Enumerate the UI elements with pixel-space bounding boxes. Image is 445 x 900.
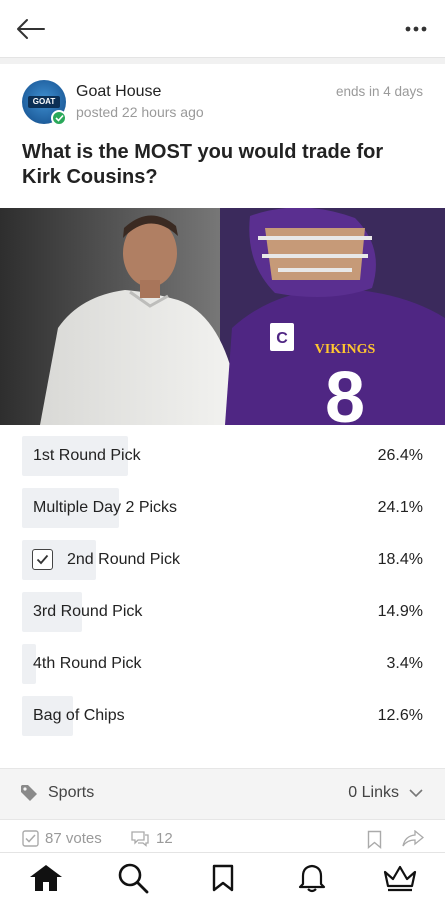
top-bar — [0, 0, 445, 58]
posted-time: posted 22 hours ago — [76, 104, 204, 120]
bottom-navigation — [0, 852, 445, 900]
jersey-number: 8 — [325, 358, 365, 425]
poll-option-percent: 24.1% — [377, 499, 423, 516]
poll-option-percent: 3.4% — [386, 655, 423, 672]
nav-bookmarks[interactable] — [203, 861, 243, 895]
share-icon — [402, 830, 424, 847]
search-icon — [118, 863, 149, 894]
comment-icon — [131, 831, 149, 847]
tag-icon — [21, 785, 37, 801]
nav-home[interactable] — [26, 861, 66, 895]
nav-search[interactable] — [113, 861, 153, 895]
links-dropdown[interactable]: 0 Links — [348, 784, 423, 802]
poll-option-label: 3rd Round Pick — [33, 603, 143, 620]
votes-count: 87 votes — [45, 830, 102, 847]
chevron-down-icon — [409, 788, 423, 797]
bookmark-icon — [212, 864, 234, 892]
links-count: 0 Links — [348, 784, 399, 801]
poll-question: What is the MOST you would trade for Kir… — [22, 141, 384, 188]
poll-option-percent: 12.6% — [377, 707, 423, 724]
votes-stat: 87 votes — [22, 830, 102, 847]
nav-notifications[interactable] — [292, 861, 332, 895]
jersey-letter: C — [276, 330, 288, 347]
poll-option-percent: 14.9% — [377, 603, 423, 620]
poll-option-1st-round-pick[interactable]: 1st Round Pick 26.4% — [22, 436, 423, 476]
poll-option-2nd-round-pick[interactable]: 2nd Round Pick 18.4% — [22, 540, 423, 580]
share-button[interactable] — [402, 830, 424, 847]
poll-option-percent: 26.4% — [377, 447, 423, 464]
jersey-team: VIKINGS — [315, 342, 376, 357]
nav-premium[interactable] — [380, 861, 420, 895]
poll-ends: ends in 4 days — [335, 84, 423, 99]
back-button[interactable] — [14, 14, 48, 44]
verified-badge-icon — [51, 110, 67, 126]
poll-option-label: 2nd Round Pick — [67, 551, 180, 568]
poll-option-label: 4th Round Pick — [33, 655, 142, 672]
poll-option-bag-of-chips[interactable]: Bag of Chips 12.6% — [22, 696, 423, 736]
category-tag[interactable]: Sports — [20, 784, 94, 802]
more-icon — [405, 26, 427, 32]
poll-option-label: Bag of Chips — [33, 707, 125, 724]
poll-option-4th-round-pick[interactable]: 4th Round Pick 3.4% — [22, 644, 423, 684]
save-post-button[interactable] — [367, 830, 382, 849]
poll-option-multiple-day-2-picks[interactable]: Multiple Day 2 Picks 24.1% — [22, 488, 423, 528]
bell-icon — [298, 864, 326, 893]
bookmark-icon — [367, 830, 382, 849]
crown-icon — [383, 865, 417, 892]
comments-stat[interactable]: 12 — [130, 830, 173, 847]
comments-count: 12 — [156, 830, 173, 847]
home-icon — [30, 865, 62, 891]
post-image: C VIKINGS 8 — [0, 208, 445, 425]
hero-illustration: C VIKINGS 8 — [0, 208, 445, 425]
poll-option-label: 1st Round Pick — [33, 447, 141, 464]
checkbox-icon — [22, 830, 39, 847]
tag-bar: Sports 0 Links — [0, 768, 445, 820]
avatar[interactable]: GOAT — [22, 80, 67, 126]
more-options-button[interactable] — [399, 14, 433, 44]
poll-option-3rd-round-pick[interactable]: 3rd Round Pick 14.9% — [22, 592, 423, 632]
poll-option-label: Multiple Day 2 Picks — [33, 499, 178, 516]
author-name[interactable]: Goat House — [76, 83, 161, 101]
post-header: GOAT Goat House posted 22 hours ago ends… — [0, 64, 445, 134]
poll-option-percent: 18.4% — [377, 551, 423, 568]
post-stats: 87 votes 12 — [0, 826, 445, 854]
checkbox-icon — [32, 549, 53, 570]
back-arrow-icon — [17, 19, 45, 39]
category-label: Sports — [48, 784, 95, 801]
avatar-logo-text: GOAT — [28, 96, 60, 108]
